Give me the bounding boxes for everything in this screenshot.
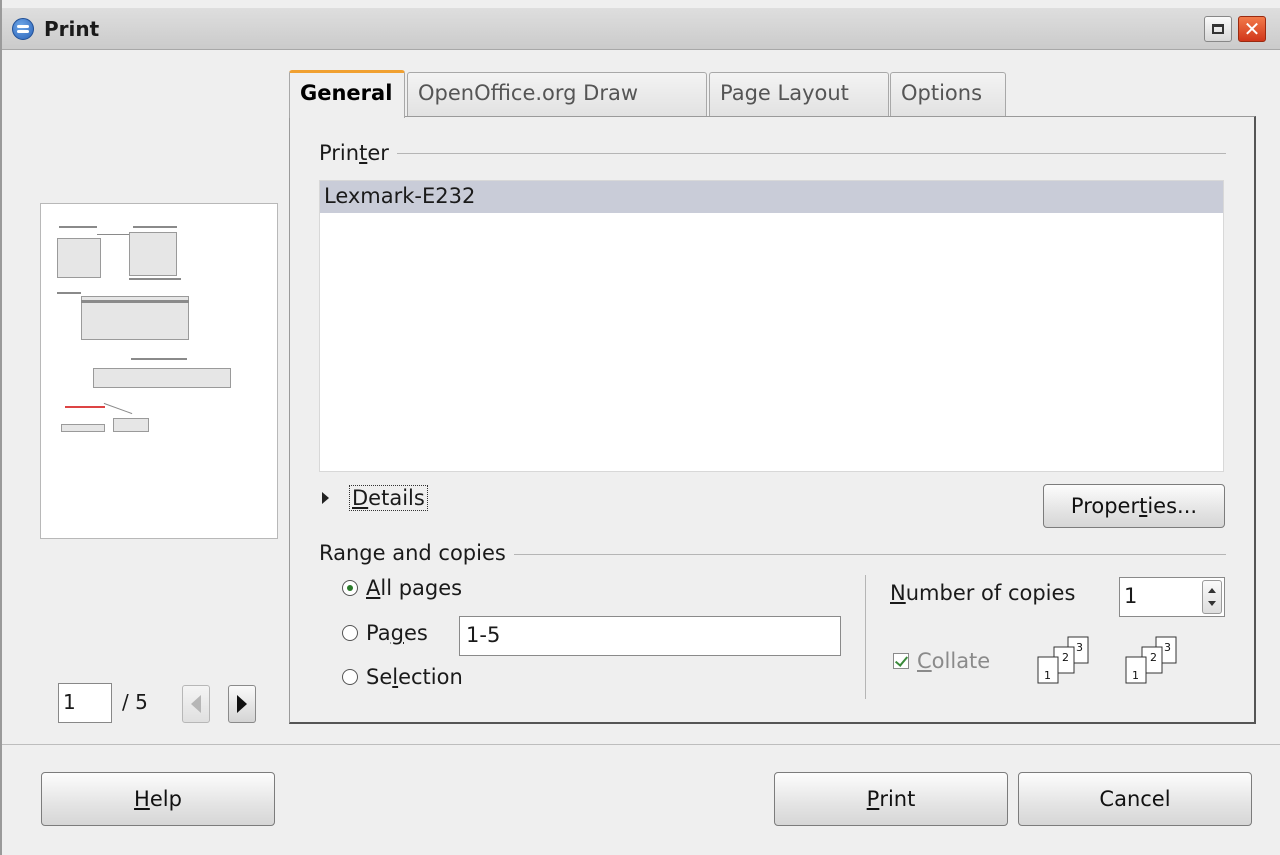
print-button[interactable]: Print <box>774 772 1008 826</box>
general-tab-panel: Printer Lexmark-E232 Details Proper t ies.… <box>289 116 1256 724</box>
collate-page-number: 2 <box>1150 651 1157 664</box>
cancel-button[interactable]: Cancel <box>1018 772 1252 826</box>
previous-page-button[interactable] <box>182 685 210 723</box>
spin-buttons[interactable] <box>1202 580 1222 614</box>
selection-label: Selection <box>366 665 463 689</box>
tab-general[interactable]: General <box>289 70 405 118</box>
collate-page-number: 1 <box>1132 669 1139 682</box>
number-of-copies-spinner[interactable]: 1 <box>1119 577 1225 617</box>
number-of-copies-value: 1 <box>1124 584 1138 608</box>
collate-page-number: 3 <box>1164 641 1171 654</box>
collate-page-number: 3 <box>1076 641 1083 654</box>
collate-checkbox[interactable] <box>893 653 909 669</box>
collate-page-number: 1 <box>1044 669 1051 682</box>
printer-list-item[interactable]: Lexmark-E232 <box>320 181 1223 213</box>
print-preview <box>40 203 278 539</box>
all-pages-radio[interactable] <box>342 580 358 596</box>
pages-label: Pages <box>366 621 428 645</box>
collate-pages-icon: 3 2 1 <box>1037 636 1089 684</box>
tab-options[interactable]: Options <box>890 72 1006 116</box>
close-button[interactable]: ✕ <box>1238 16 1266 42</box>
all-pages-label: All pages <box>366 576 463 600</box>
title-bar: Print ✕ <box>2 8 1280 50</box>
close-icon: ✕ <box>1243 17 1261 41</box>
range-group-label: Range and copies <box>319 541 514 565</box>
preview-page-total: / 5 <box>122 690 148 714</box>
all-pages-option[interactable]: All pages <box>342 576 462 600</box>
arrow-left-icon <box>191 695 201 713</box>
details-label: Details <box>349 485 428 511</box>
print-dialog: Print ✕ 1 / 5 General OpenOffice.org Dra… <box>0 0 1280 855</box>
properties-button[interactable]: Proper t ies... <box>1043 484 1225 528</box>
maximize-button[interactable] <box>1204 16 1232 42</box>
printer-group-rule <box>319 153 1226 154</box>
preview-page-input[interactable]: 1 <box>58 683 112 723</box>
printer-group-label: Printer <box>319 141 397 165</box>
tab-page-layout[interactable]: Page Layout <box>709 72 889 116</box>
number-of-copies-label: Number of copies <box>890 581 1076 605</box>
expand-arrow-icon <box>322 492 329 504</box>
arrow-right-icon <box>237 695 247 713</box>
help-button[interactable]: Help <box>41 772 275 826</box>
pages-option[interactable]: Pages <box>342 621 428 645</box>
openoffice-logo-icon <box>12 18 34 40</box>
collate-page-number: 2 <box>1062 651 1069 664</box>
pages-radio[interactable] <box>342 625 358 641</box>
details-expander[interactable]: Details <box>322 483 428 513</box>
spin-down-icon[interactable] <box>1208 601 1216 606</box>
range-copies-separator <box>865 575 866 699</box>
collate-option[interactable]: Collate <box>893 649 990 673</box>
spin-up-icon[interactable] <box>1208 588 1216 593</box>
printer-list[interactable]: Lexmark-E232 <box>319 180 1224 472</box>
collate-pages-icon: 3 2 1 <box>1125 636 1177 684</box>
collate-label: Collate <box>917 649 991 673</box>
window-title: Print <box>44 17 100 41</box>
tab-openoffice-draw[interactable]: OpenOffice.org Draw <box>407 72 707 116</box>
selection-option[interactable]: Selection <box>342 665 463 689</box>
maximize-icon <box>1212 24 1224 34</box>
selection-radio[interactable] <box>342 669 358 685</box>
footer-divider <box>2 744 1280 745</box>
next-page-button[interactable] <box>228 685 256 723</box>
pages-range-input[interactable]: 1-5 <box>459 616 841 656</box>
